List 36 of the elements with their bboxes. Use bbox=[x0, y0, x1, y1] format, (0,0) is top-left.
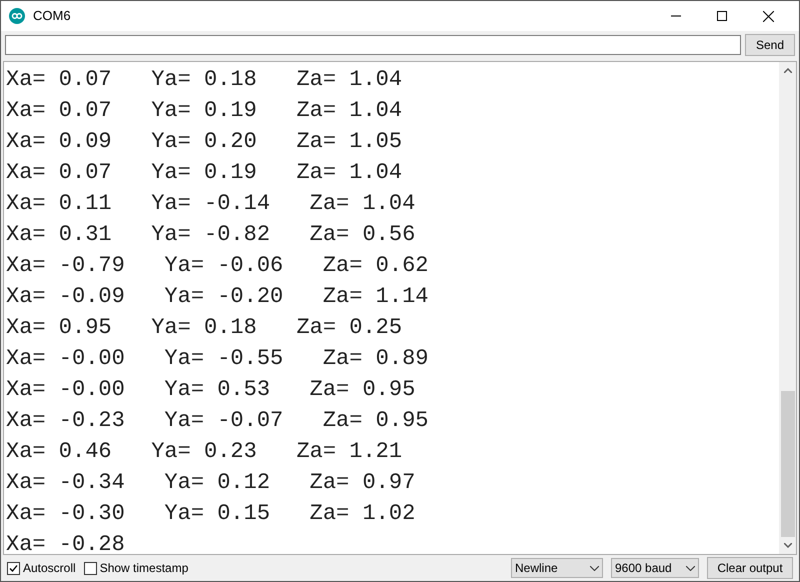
check-icon bbox=[9, 564, 18, 572]
serial-output-line: Xa= 0.09 Ya= 0.20 Za= 1.05 bbox=[6, 128, 402, 156]
serial-output-line: Xa= -0.34 Ya= 0.12 Za= 0.97 bbox=[6, 469, 416, 497]
serial-output-line: Xa= 0.07 Ya= 0.19 Za= 1.04 bbox=[6, 159, 402, 187]
serial-output-line: Xa= 0.07 Ya= 0.18 Za= 1.04 bbox=[6, 66, 402, 94]
serial-output-line: Xa= -0.79 Ya= -0.06 Za= 0.62 bbox=[6, 252, 428, 280]
scrollbar[interactable] bbox=[779, 62, 796, 554]
serial-output-line: Xa= 0.07 Ya= 0.19 Za= 1.04 bbox=[6, 97, 402, 125]
serial-output-line: Xa= 0.95 Ya= 0.18 Za= 0.25 bbox=[6, 314, 402, 342]
serial-output-line: Xa= -0.09 Ya= -0.20 Za= 1.14 bbox=[6, 283, 428, 311]
scroll-down-icon bbox=[784, 543, 792, 548]
option-checkbox[interactable]: Autoscroll bbox=[7, 559, 76, 577]
serial-output-line: Xa= -0.00 Ya= -0.55 Za= 0.89 bbox=[6, 345, 428, 373]
line-ending-dropdown[interactable]: Newline bbox=[511, 558, 603, 578]
checkbox[interactable] bbox=[7, 562, 20, 574]
serial-output-line: Xa= -0.00 Ya= 0.53 Za= 0.95 bbox=[6, 376, 416, 404]
serial-output-line: Xa= -0.30 Ya= 0.15 Za= 1.02 bbox=[6, 500, 416, 528]
chevron-down-icon bbox=[686, 566, 695, 570]
send-button[interactable]: Send bbox=[745, 34, 795, 56]
serial-output-line: Xa= -0.23 Ya= -0.07 Za= 0.95 bbox=[6, 407, 428, 435]
chevron-down-icon bbox=[590, 566, 599, 570]
clear-output-button[interactable]: Clear output bbox=[707, 557, 793, 579]
window-title: COM6 bbox=[33, 7, 71, 26]
serial-output-line: Xa= 0.46 Ya= 0.23 Za= 1.21 bbox=[6, 438, 402, 466]
app-logo-icon bbox=[9, 8, 25, 24]
checkbox[interactable] bbox=[84, 562, 97, 574]
serial-output-line: Xa= -0.28 bbox=[6, 531, 125, 554]
scrollbar-thumb[interactable] bbox=[780, 391, 794, 537]
option-checkbox[interactable]: Show timestamp bbox=[84, 559, 188, 577]
serial-output-line: Xa= 0.11 Ya= -0.14 Za= 1.04 bbox=[6, 190, 416, 218]
scroll-up-icon bbox=[784, 68, 792, 73]
maximize-icon bbox=[717, 11, 727, 21]
close-icon bbox=[762, 10, 774, 22]
message-input[interactable] bbox=[5, 35, 741, 55]
serial-output-line: Xa= 0.31 Ya= -0.82 Za= 0.56 bbox=[6, 221, 416, 249]
baud-rate-dropdown[interactable]: 9600 baud bbox=[611, 558, 699, 578]
